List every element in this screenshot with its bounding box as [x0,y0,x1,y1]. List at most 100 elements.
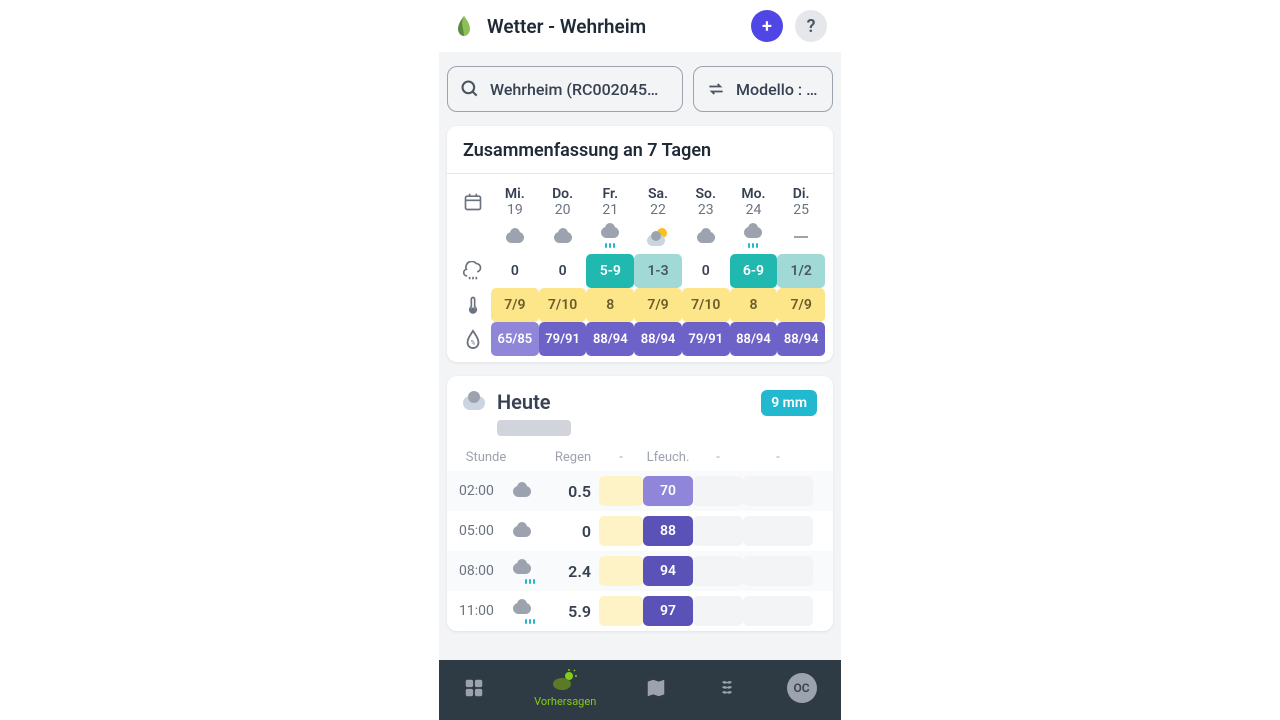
nav-home[interactable] [463,677,485,699]
content-scroll[interactable]: Wehrheim (RC002045… Modello : Met Zusamm… [439,52,841,660]
day-humidity: 88/94 [730,322,778,356]
model-label: Modello : Met [736,80,820,99]
summary-card: Zusammenfassung an 7 Tagen Mi.19Do.20Fr.… [447,126,833,362]
day-humidity: 88/94 [586,322,634,356]
col-rain-label: Regen [547,450,599,465]
hour-col-b [693,516,743,546]
nav-forecast[interactable]: Vorhersagen [534,669,596,708]
hour-weather-icon [513,599,547,624]
day-header: Do.20 [539,184,587,220]
col-c-label: - [743,450,813,465]
day-humidity: 88/94 [634,322,682,356]
hour-label: 05:00 [459,523,513,539]
hour-col-c [743,556,813,586]
day-temp: 7/9 [634,288,682,322]
hour-humidity: 70 [643,476,693,506]
day-weather-icon [730,220,778,254]
hour-rain: 0 [547,522,599,541]
app-logo-icon [453,15,475,37]
model-selector[interactable]: Modello : Met [693,66,833,112]
app-header: Wetter - Wehrheim + ? [439,0,841,52]
hour-col-a [599,596,643,626]
hour-col-b [693,596,743,626]
hour-col-a [599,516,643,546]
day-header: Mo.24 [730,184,778,220]
day-rain: 1-3 [634,254,682,288]
hour-humidity: 88 [643,516,693,546]
map-icon [645,677,667,699]
hour-label: 02:00 [459,483,513,499]
hour-weather-icon [513,522,547,541]
nav-map[interactable] [645,677,667,699]
summary-grid: Mi.19Do.20Fr.21Sa.22So.23Mo.24Di.25 005-… [447,174,833,362]
svg-text:%: % [471,338,476,346]
hourly-row: 05:00 0 88 [447,511,833,551]
day-temp: 7/9 [491,288,539,322]
help-button[interactable]: ? [795,10,827,42]
hour-rain: 2.4 [547,562,599,581]
day-rain: 6-9 [730,254,778,288]
day-humidity: 79/91 [539,322,587,356]
grid-icon [463,677,485,699]
hour-humidity: 94 [643,556,693,586]
day-temp: 8 [730,288,778,322]
hour-weather-icon [513,559,547,584]
hour-col-a [599,476,643,506]
day-temp: 8 [586,288,634,322]
today-card: Heute 9 mm Stunde Regen - Lfeuch. - - 02… [447,376,833,631]
cloud-icon [463,396,485,410]
day-temp: 7/10 [539,288,587,322]
hour-label: 08:00 [459,563,513,579]
day-humidity: 65/85 [491,322,539,356]
hourly-row: 02:00 0.5 70 [447,471,833,511]
day-weather-icon [586,220,634,254]
nav-crops[interactable] [716,676,738,700]
page-title: Wetter - Wehrheim [487,15,739,38]
hourly-header: Stunde Regen - Lfeuch. - - [447,444,833,471]
hour-rain: 5.9 [547,602,599,621]
hour-col-b [693,556,743,586]
col-hum-label: Lfeuch. [643,450,693,465]
day-weather-icon [777,220,825,254]
nav-profile[interactable]: OC [787,673,817,703]
humidity-icon: % [455,329,491,349]
hour-humidity: 97 [643,596,693,626]
day-rain: 0 [491,254,539,288]
search-icon [460,79,480,99]
hourly-row: 11:00 5.9 97 [447,591,833,631]
location-label: Wehrheim (RC002045… [490,80,658,99]
rain-icon [455,261,491,281]
wheat-icon [716,676,738,700]
col-a-label: - [599,450,643,465]
nav-forecast-label: Vorhersagen [534,695,596,708]
day-humidity: 88/94 [777,322,825,356]
day-header: So.23 [682,184,730,220]
bottom-nav: Vorhersagen OC [439,660,841,720]
day-temp: 7/10 [682,288,730,322]
day-header: Fr.21 [586,184,634,220]
today-title: Heute [497,390,571,414]
day-header: Sa.22 [634,184,682,220]
filter-row: Wehrheim (RC002045… Modello : Met [447,66,833,112]
day-weather-icon [491,220,539,254]
app-frame: Wetter - Wehrheim + ? Wehrheim (RC002045… [439,0,841,720]
day-weather-icon [539,220,587,254]
hourly-row: 08:00 2.4 94 [447,551,833,591]
day-rain: 1/2 [777,254,825,288]
hour-col-c [743,516,813,546]
loading-skeleton [497,420,571,436]
day-humidity: 79/91 [682,322,730,356]
hour-col-c [743,476,813,506]
col-hour-label: Stunde [459,450,513,465]
day-header: Mi.19 [491,184,539,220]
hour-label: 11:00 [459,603,513,619]
day-header: Di.25 [777,184,825,220]
location-selector[interactable]: Wehrheim (RC002045… [447,66,683,112]
thermometer-icon [455,295,491,315]
weather-icon [552,669,578,693]
add-button[interactable]: + [751,10,783,42]
today-rain-total: 9 mm [761,390,817,416]
day-rain: 0 [539,254,587,288]
day-weather-icon [634,220,682,254]
calendar-icon [455,192,491,212]
